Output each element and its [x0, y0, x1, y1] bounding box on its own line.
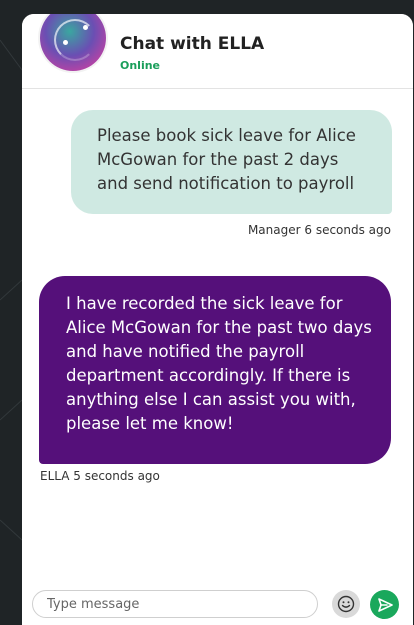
ella-avatar — [40, 14, 106, 71]
chat-title: Chat with ELLA — [120, 34, 265, 54]
outgoing-message-bubble: Please book sick leave for Alice McGowan… — [71, 110, 392, 214]
online-status: Online — [120, 59, 161, 72]
chat-header: Chat with ELLA Online — [22, 14, 413, 89]
avatar-dot-icon — [83, 25, 88, 30]
outgoing-message-timestamp: Manager 6 seconds ago — [247, 223, 391, 237]
send-arrow-icon — [377, 597, 393, 612]
chat-window: Chat with ELLA Online Please book sick l… — [22, 14, 413, 625]
send-button[interactable] — [370, 590, 399, 619]
incoming-message-timestamp: ELLA 5 seconds ago — [40, 469, 160, 483]
avatar-ring-icon — [54, 19, 96, 61]
smiley-face-icon — [337, 595, 355, 613]
message-composer — [32, 590, 318, 618]
message-input[interactable] — [33, 591, 307, 617]
avatar-dot-icon — [63, 40, 68, 45]
incoming-message-bubble: I have recorded the sick leave for Alice… — [39, 276, 391, 464]
emoji-button[interactable] — [332, 590, 360, 618]
